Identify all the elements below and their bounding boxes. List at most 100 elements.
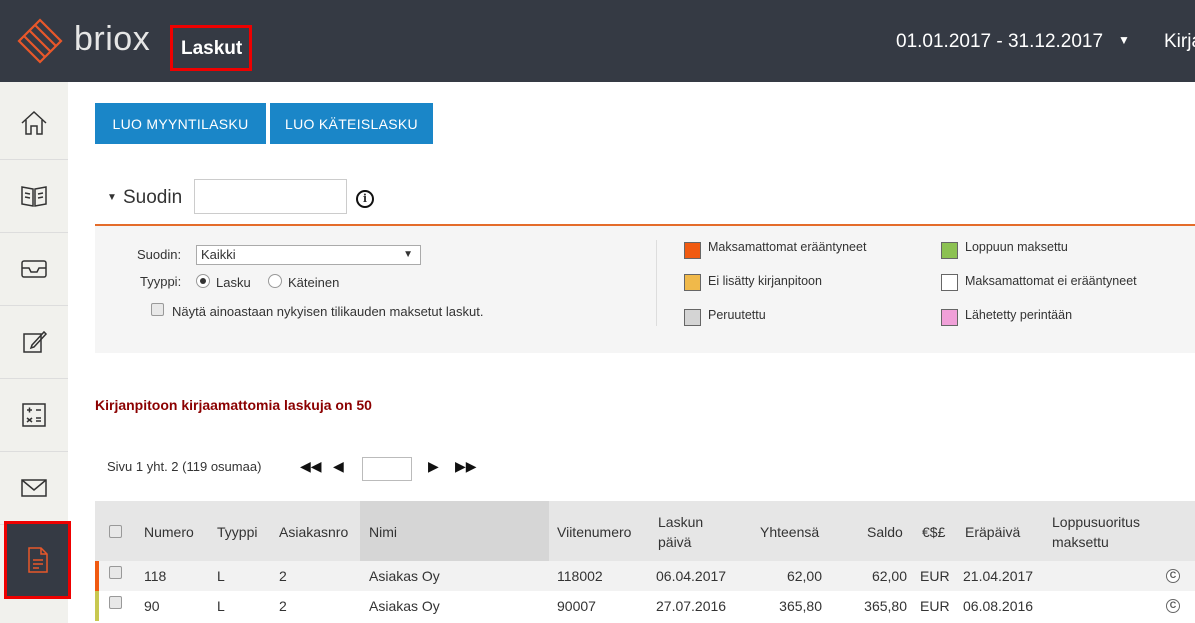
last-page-icon[interactable]: ▶▶ [455,458,477,475]
column-header-tyyppi[interactable]: Tyyppi [217,522,257,542]
column-header-laskun-paiva-line1: Laskun [658,514,704,530]
cell-saldo: 365,80 [864,598,907,614]
cell-laskun-paiva: 27.07.2016 [656,598,727,614]
period-dropdown-caret-icon[interactable]: ▼ [1118,33,1130,47]
sidebar-item-ledger[interactable] [0,160,68,233]
column-header-loppusuoritus[interactable]: Loppusuoritus maksettu [1052,512,1140,552]
invoice-document-icon [27,547,48,573]
cell-asiakasnro: 2 [279,598,287,614]
column-header-currency[interactable]: €$£ [922,522,945,542]
home-icon [21,110,47,135]
cell-currency: EUR [920,568,950,584]
legend-swatch-not-booked [684,274,701,291]
cell-viitenumero: 118002 [557,568,603,584]
type-radio-kateinen-label[interactable]: Käteinen [288,275,339,290]
table-header [95,501,1195,561]
pager-info: Sivu 1 yht. 2 (119 osumaa) [107,459,262,474]
only-current-period-label[interactable]: Näytä ainoastaan nykyisen tilikauden mak… [172,304,483,319]
legend-swatch-collection [941,309,958,326]
create-cash-invoice-button[interactable]: LUO KÄTEISLASKU [270,103,433,144]
row-checkbox[interactable] [109,566,122,579]
cell-erapaiva: 06.08.2016 [963,598,1034,614]
cell-currency: EUR [920,598,950,614]
inbox-icon [21,260,47,278]
cell-numero[interactable]: 90 [144,591,160,621]
legend-swatch-cancelled [684,309,701,326]
page-number-input[interactable] [362,457,412,481]
sidebar [0,82,71,623]
legend-divider [656,240,657,326]
cell-numero[interactable]: 118 [144,561,166,591]
legend-label-overdue: Maksamattomat erääntyneet [708,240,867,254]
type-radio-lasku[interactable] [196,274,210,288]
filter-select[interactable]: Kaikki ▼ [196,245,421,265]
legend-label-collection: Lähetetty perintään [965,308,1073,322]
type-radio-lasku-label[interactable]: Lasku [216,275,251,290]
filter-search-input[interactable] [194,179,347,214]
filter-collapse-caret-icon[interactable]: ▼ [107,192,117,203]
next-page-icon[interactable]: ▶ [428,458,439,475]
column-header-numero[interactable]: Numero [144,522,194,542]
info-icon[interactable]: i [356,190,374,208]
column-header-asiakasnro[interactable]: Asiakasnro [279,522,348,542]
legend-label-unpaid-not-due: Maksamattomat ei erääntyneet [965,274,1137,288]
cell-yhteensa: 62,00 [786,568,822,584]
legend-label-not-booked: Ei lisätty kirjanpitoon [708,274,822,288]
sidebar-item-mail[interactable] [0,452,68,525]
cell-saldo: 62,00 [871,568,907,584]
copy-invoice-icon[interactable]: C [1166,569,1180,583]
book-icon [21,186,47,207]
user-menu[interactable]: Kirja [1164,31,1195,53]
cell-nimi: Asiakas Oy [369,598,440,614]
mail-icon [21,479,47,497]
sidebar-item-invoices[interactable] [4,521,71,599]
column-header-viitenumero[interactable]: Viitenumero [557,522,631,542]
column-header-laskun-paiva[interactable]: Laskun päivä [658,512,703,552]
legend-swatch-unpaid-not-due [941,274,958,291]
row-checkbox[interactable] [109,596,122,609]
cell-tyyppi: L [217,568,225,584]
cell-laskun-paiva: 06.04.2017 [656,568,727,584]
filter-select-label: Suodin: [137,247,182,262]
cell-asiakasnro: 2 [279,568,287,584]
column-header-saldo[interactable]: Saldo [867,522,903,542]
cell-yhteensa: 365,80 [779,598,822,614]
unbooked-invoices-notice: Kirjanpitoon kirjaamattomia laskuja on 5… [95,397,372,413]
previous-page-icon[interactable]: ◀ [333,458,344,475]
column-header-erapaiva[interactable]: Eräpäivä [965,522,1020,542]
top-bar: briox Laskut 01.01.2017 - 31.12.2017 ▼ K… [0,0,1195,82]
legend-swatch-overdue [684,242,701,259]
cell-nimi: Asiakas Oy [369,568,440,584]
create-sales-invoice-button[interactable]: LUO MYYNTILASKU [95,103,266,144]
column-header-loppusuoritus-line2: maksettu [1052,534,1109,550]
edit-icon [23,330,48,353]
legend-label-cancelled: Peruutettu [708,308,766,322]
column-header-loppusuoritus-line1: Loppusuoritus [1052,514,1140,530]
row-status-marker [95,591,99,621]
calculator-icon [22,403,46,427]
copy-invoice-icon[interactable]: C [1166,599,1180,613]
select-all-checkbox[interactable] [109,525,122,538]
chevron-down-icon: ▼ [403,249,413,260]
type-label: Tyyppi: [140,274,182,289]
sidebar-item-inbox[interactable] [0,233,68,306]
cell-erapaiva: 21.04.2017 [963,568,1034,584]
legend-label-paid: Loppuun maksettu [965,240,1068,254]
cell-tyyppi: L [217,598,225,614]
sidebar-item-edit[interactable] [0,306,68,379]
sidebar-item-home[interactable] [0,87,68,160]
cell-viitenumero: 90007 [557,598,596,614]
period-selector[interactable]: 01.01.2017 - 31.12.2017 [896,31,1103,53]
sidebar-item-calculator[interactable] [0,379,68,452]
filter-select-value: Kaikki [201,247,236,262]
row-status-marker [95,561,99,591]
first-page-icon[interactable]: ◀◀ [300,458,322,475]
column-header-nimi[interactable]: Nimi [369,522,397,542]
only-current-period-checkbox[interactable] [151,303,164,316]
filter-title[interactable]: Suodin [123,187,182,209]
column-header-yhteensa[interactable]: Yhteensä [760,522,819,542]
column-header-laskun-paiva-line2: päivä [658,534,692,550]
brand-name: briox [74,20,151,58]
page-title: Laskut [181,38,243,59]
type-radio-kateinen[interactable] [268,274,282,288]
